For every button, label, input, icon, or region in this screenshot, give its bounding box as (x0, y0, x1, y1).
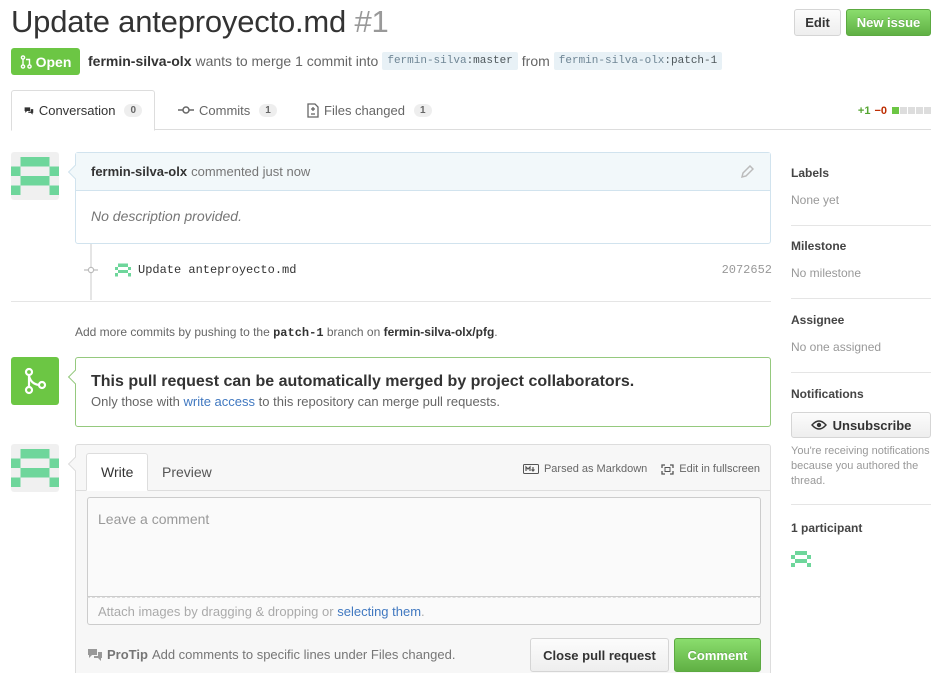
avatar[interactable] (115, 262, 131, 278)
tab-counter: 1 (413, 103, 432, 117)
tab-conversation[interactable]: Conversation 0 (11, 90, 155, 131)
comment-author[interactable]: fermin-silva-olx (91, 164, 187, 179)
deletions-count: −0 (874, 105, 887, 117)
tab-preview[interactable]: Preview (148, 453, 226, 490)
commit-item: Update anteproyecto.md 2072652 (84, 262, 772, 278)
pull-request-icon (20, 54, 32, 69)
sidebar-participants: 1 participant (791, 521, 931, 535)
tab-write[interactable]: Write (86, 453, 149, 491)
comment-textarea[interactable]: Leave a comment (87, 497, 761, 597)
divider (791, 372, 931, 373)
unsubscribe-button[interactable]: Unsubscribe (791, 412, 931, 438)
merge-status-title: This pull request can be automatically m… (91, 373, 635, 390)
head-branch-ref[interactable]: fermin-silva-olx:patch-1 (553, 52, 723, 70)
markdown-help[interactable]: Parsed as Markdown (522, 463, 647, 475)
avatar[interactable] (11, 444, 59, 492)
divider (791, 504, 931, 505)
participant-avatar[interactable] (791, 549, 811, 572)
labels-value: None yet (791, 193, 840, 207)
protip: ProTip Add comments to specific lines un… (87, 647, 455, 662)
pencil-icon[interactable] (740, 165, 754, 179)
close-pull-request-button[interactable]: Close pull request (530, 638, 669, 672)
markdown-icon (522, 464, 539, 474)
comments-icon (88, 648, 102, 661)
status-label: Open (35, 53, 72, 70)
comment-timestamp: commented just now (191, 164, 311, 179)
tab-counter: 1 (259, 103, 277, 117)
write-access-link[interactable]: write access (184, 394, 256, 409)
tab-commits[interactable]: Commits 1 (166, 90, 289, 130)
pr-number: #1 (354, 4, 389, 39)
file-diff-icon (307, 102, 319, 118)
tab-counter: 0 (124, 104, 142, 117)
merge-status-text: Only those with write access to this rep… (91, 394, 500, 409)
from-text: from (521, 53, 550, 69)
participants-heading: 1 participant (791, 521, 863, 535)
milestone-value: No milestone (791, 266, 862, 280)
author-link[interactable]: fermin-silva-olx (88, 53, 191, 69)
status-badge: Open (11, 48, 80, 75)
sidebar-labels: Labels None yet (791, 166, 931, 207)
divider (791, 225, 931, 226)
diffstat-bar (891, 105, 931, 117)
notifications-heading: Notifications (791, 387, 864, 401)
new-issue-button[interactable]: New issue (846, 9, 931, 36)
base-branch-ref[interactable]: fermin-silva:master (382, 52, 518, 70)
commit-icon (84, 266, 98, 274)
sidebar-assignee: Assignee No one assigned (791, 313, 931, 354)
merge-status-box: This pull request can be automatically m… (67, 357, 771, 427)
commit-sha[interactable]: 2072652 (722, 263, 772, 277)
attach-images-zone[interactable]: Attach images by dragging & dropping or … (87, 597, 761, 625)
push-hint: Add more commits by pushing to the patch… (75, 325, 498, 340)
comment-box: fermin-silva-olx commented just now No d… (67, 152, 771, 244)
labels-heading[interactable]: Labels (791, 166, 931, 180)
notifications-reason: You're receiving notifications because y… (791, 445, 930, 487)
diffstat: +1 −0 (858, 105, 931, 117)
avatar[interactable] (11, 152, 59, 200)
additions-count: +1 (857, 105, 871, 117)
page-title: Update anteproyecto.md #1 (11, 4, 389, 40)
tab-files-changed[interactable]: Files changed 1 (295, 90, 444, 130)
branch-name: patch-1 (273, 326, 324, 340)
eye-icon (810, 420, 827, 430)
sidebar-notifications: Notifications (791, 387, 931, 401)
divider (11, 301, 771, 302)
assignee-heading[interactable]: Assignee (791, 313, 931, 327)
fullscreen-button[interactable]: Edit in fullscreen (661, 463, 760, 475)
meta-text: wants to merge 1 commit into (195, 53, 379, 69)
commit-message[interactable]: Update anteproyecto.md (138, 263, 296, 277)
tab-bar: Conversation 0 Commits 1 Files changed 1 (11, 90, 931, 131)
pr-meta: fermin-silva-olx wants to merge 1 commit… (88, 52, 723, 70)
commit-icon (178, 106, 194, 114)
select-files-link[interactable]: selecting them (337, 604, 421, 619)
sidebar-milestone: Milestone No milestone (791, 239, 931, 280)
milestone-heading[interactable]: Milestone (791, 239, 931, 253)
edit-button[interactable]: Edit (794, 9, 841, 36)
comment-button[interactable]: Comment (674, 638, 761, 672)
assignee-value: No one assigned (791, 340, 882, 354)
comment-editor: Write Preview Parsed as Markdown Edit in… (67, 444, 771, 673)
comment-body: No description provided. (91, 208, 242, 224)
divider (791, 298, 931, 299)
fullscreen-icon (661, 463, 674, 475)
comment-header: fermin-silva-olx commented just now (76, 153, 770, 191)
repo-link[interactable]: fermin-silva-olx/pfg (384, 325, 495, 339)
pr-title: Update anteproyecto.md (11, 4, 347, 39)
comments-icon (24, 106, 34, 115)
editor-toolbar: Parsed as Markdown Edit in fullscreen (522, 463, 760, 475)
git-merge-icon (24, 367, 47, 395)
merge-status-icon (11, 357, 59, 405)
